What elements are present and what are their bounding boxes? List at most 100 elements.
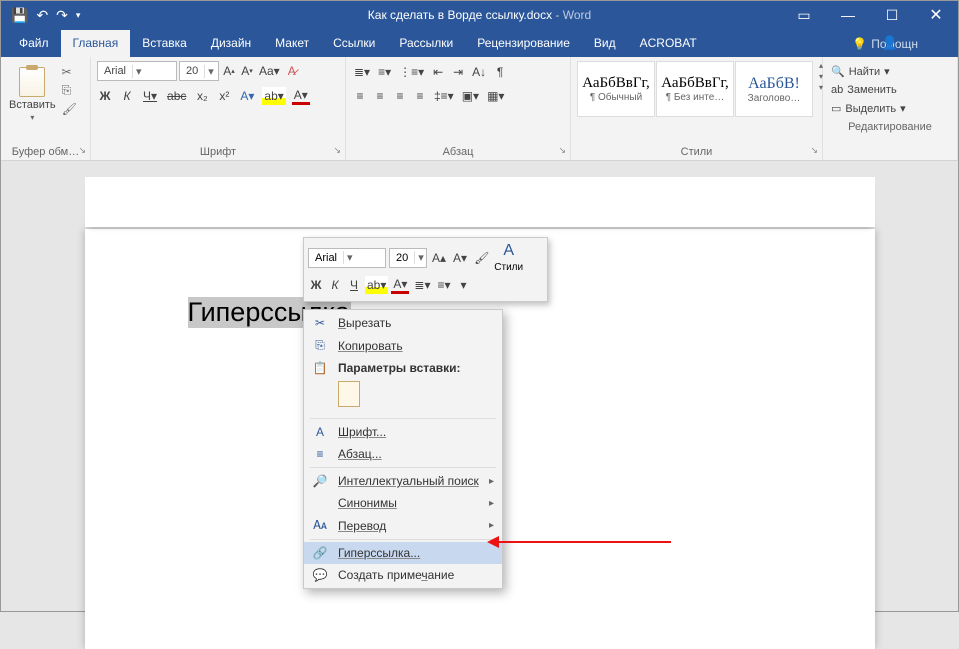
tab-view[interactable]: Вид — [582, 30, 628, 57]
highlight-icon[interactable]: ab▾ — [262, 87, 285, 105]
paragraph-icon: ≡ — [312, 447, 328, 461]
bullets-icon[interactable]: ≣▾ — [352, 63, 372, 81]
ctx-font[interactable]: AШрифт... — [304, 421, 502, 443]
font-color-icon[interactable]: A▾ — [292, 87, 310, 105]
mini-numbering-icon[interactable]: ≡▾ — [435, 276, 452, 294]
font-name-combo[interactable]: Arial▾ — [97, 61, 177, 81]
app-name: Word — [563, 8, 591, 22]
tab-file[interactable]: Файл — [7, 30, 61, 57]
tab-mailings[interactable]: Рассылки — [387, 30, 465, 57]
increase-indent-icon[interactable]: ⇥ — [450, 63, 466, 81]
cut-icon[interactable]: ✂ — [62, 65, 77, 79]
copy-icon[interactable]: ⎘ — [62, 83, 77, 98]
redo-icon[interactable]: ↷ — [56, 7, 68, 24]
show-marks-icon[interactable]: ¶ — [492, 63, 508, 81]
ctx-translate[interactable]: 🗛Перевод — [304, 514, 502, 537]
doc-name: Как сделать в Ворде ссылку.docx — [368, 8, 552, 22]
share-icon[interactable]: 👤 — [878, 35, 902, 51]
title-bar: 💾 ↶ ↷ ▾ Как сделать в Ворде ссылку.docx … — [1, 1, 958, 29]
italic-button[interactable]: К — [119, 87, 135, 105]
save-icon[interactable]: 💾 — [11, 7, 28, 24]
tab-review[interactable]: Рецензирование — [465, 30, 582, 57]
styles-icon: A — [503, 242, 514, 260]
mini-toolbar: Arial▾ 20▾ A▴ A▾ 🖌 A Стили Ж К Ч ab▾ A▾ … — [303, 237, 548, 302]
mini-bullets-icon[interactable]: ≣▾ — [412, 276, 432, 294]
ctx-synonyms[interactable]: Синонимы — [304, 492, 502, 514]
mini-grow-icon[interactable]: A▴ — [430, 249, 448, 267]
shrink-font-icon[interactable]: A▾ — [239, 62, 255, 80]
sort-icon[interactable]: A↓ — [470, 63, 488, 81]
mini-styles-dropdown-icon[interactable]: ▾ — [456, 276, 472, 294]
numbering-icon[interactable]: ≡▾ — [376, 63, 393, 81]
ctx-hyperlink[interactable]: 🔗Гиперссылка... — [304, 542, 502, 564]
paste-button[interactable]: Вставить ▾ — [7, 61, 58, 122]
tab-home[interactable]: Главная — [61, 30, 131, 57]
ctx-smart-lookup[interactable]: 🔎Интеллектуальный поиск — [304, 470, 502, 492]
select-button[interactable]: ▭Выделить ▾ — [831, 102, 949, 115]
ribbon-options-icon[interactable]: ▭ — [782, 1, 826, 29]
undo-icon[interactable]: ↶ — [36, 7, 48, 24]
align-center-icon[interactable]: ≡ — [372, 87, 388, 105]
replace-button[interactable]: abЗаменить — [831, 84, 949, 96]
style-normal[interactable]: АаБбВвГг, ¶ Обычный — [577, 61, 655, 117]
close-icon[interactable]: ✕ — [914, 1, 958, 29]
text-effects-icon[interactable]: A▾ — [238, 87, 256, 105]
ctx-cut[interactable]: ✂Вырезать — [304, 312, 502, 334]
minimize-icon[interactable]: — — [826, 1, 870, 29]
ctx-copy[interactable]: ⎘Копировать — [304, 334, 502, 357]
borders-icon[interactable]: ▦▾ — [485, 87, 506, 105]
multilevel-icon[interactable]: ⋮≡▾ — [397, 63, 426, 81]
change-case-icon[interactable]: Aa▾ — [257, 62, 282, 80]
superscript-button[interactable]: x² — [216, 87, 232, 105]
dialog-launcher-icon[interactable]: ↘ — [78, 145, 86, 156]
subscript-button[interactable]: x₂ — [194, 87, 210, 105]
dialog-launcher-icon[interactable]: ↘ — [333, 145, 341, 156]
mini-underline[interactable]: Ч — [346, 276, 362, 294]
strikethrough-button[interactable]: abc — [165, 87, 188, 105]
maximize-icon[interactable]: ☐ — [870, 1, 914, 29]
clear-format-icon[interactable]: A̷ — [284, 62, 300, 80]
tab-references[interactable]: Ссылки — [321, 30, 387, 57]
group-editing: 🔍Найти ▾ abЗаменить ▭Выделить ▾ Редактир… — [823, 57, 958, 160]
decrease-indent-icon[interactable]: ⇤ — [430, 63, 446, 81]
mini-font-color-icon[interactable]: A▾ — [391, 276, 409, 294]
ctx-paste-keep-text[interactable] — [304, 379, 502, 416]
tab-design[interactable]: Дизайн — [199, 30, 263, 57]
mini-font-name[interactable]: Arial▾ — [308, 248, 386, 268]
tab-layout[interactable]: Макет — [263, 30, 321, 57]
shading-icon[interactable]: ▣▾ — [460, 87, 481, 105]
bold-button[interactable]: Ж — [97, 87, 113, 105]
underline-button[interactable]: Ч▾ — [141, 87, 159, 105]
mini-font-size[interactable]: 20▾ — [389, 248, 427, 268]
annotation-arrow — [491, 541, 671, 543]
window-controls: ▭ — ☐ ✕ — [782, 1, 958, 29]
ctx-new-comment[interactable]: 💬Создать примечание — [304, 564, 502, 586]
justify-icon[interactable]: ≡ — [412, 87, 428, 105]
align-left-icon[interactable]: ≡ — [352, 87, 368, 105]
mini-styles-button[interactable]: A Стили — [494, 242, 523, 273]
font-size-combo[interactable]: 20▾ — [179, 61, 219, 81]
grow-font-icon[interactable]: A▴ — [221, 62, 237, 80]
mini-italic[interactable]: К — [327, 276, 343, 294]
line-spacing-icon[interactable]: ‡≡▾ — [432, 87, 456, 105]
qat-dropdown-icon[interactable]: ▾ — [76, 10, 81, 21]
search-icon: 🔎 — [312, 474, 328, 488]
find-button[interactable]: 🔍Найти ▾ — [831, 65, 949, 78]
style-no-spacing[interactable]: АаБбВвГг, ¶ Без инте… — [656, 61, 734, 117]
tab-acrobat[interactable]: ACROBAT — [628, 30, 709, 57]
tab-insert[interactable]: Вставка — [130, 30, 199, 57]
group-label: Стили — [577, 144, 816, 158]
mini-highlight-icon[interactable]: ab▾ — [365, 276, 388, 294]
dialog-launcher-icon[interactable]: ↘ — [558, 145, 566, 156]
dialog-launcher-icon[interactable]: ↘ — [810, 145, 818, 156]
translate-icon: 🗛 — [312, 518, 328, 533]
ctx-paragraph[interactable]: ≡Абзац... — [304, 443, 502, 465]
style-heading1[interactable]: АаБбВ! Заголово… — [735, 61, 813, 117]
mini-bold[interactable]: Ж — [308, 276, 324, 294]
link-icon: 🔗 — [312, 546, 328, 560]
mini-format-painter-icon[interactable]: 🖌 — [472, 249, 491, 267]
align-right-icon[interactable]: ≡ — [392, 87, 408, 105]
format-painter-icon[interactable]: 🖌 — [62, 102, 77, 116]
lightbulb-icon: 💡 — [852, 37, 867, 51]
mini-shrink-icon[interactable]: A▾ — [451, 249, 469, 267]
